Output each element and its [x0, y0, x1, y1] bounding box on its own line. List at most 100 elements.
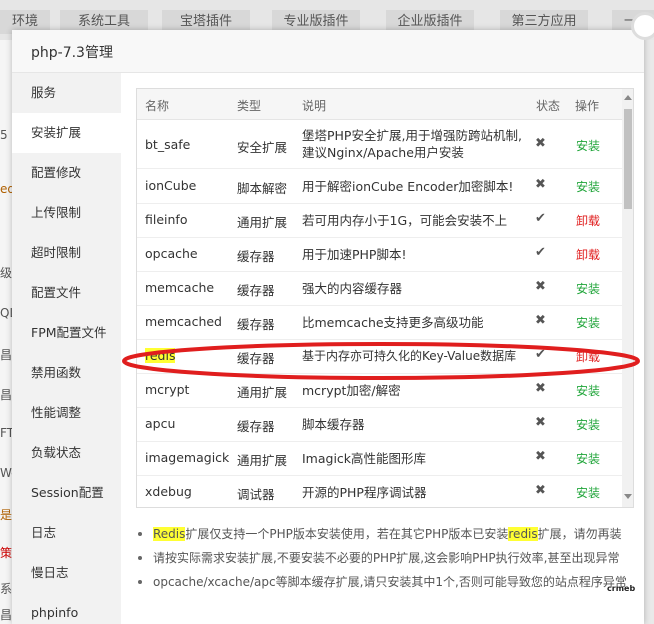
- header-type: 类型: [237, 99, 262, 113]
- install-button[interactable]: 安装: [576, 450, 600, 467]
- note-highlight: redis: [508, 527, 538, 541]
- ext-type: 通用扩展: [237, 385, 288, 400]
- ext-name: bt_safe: [145, 137, 191, 152]
- ext-desc: 强大的内容缓存器: [302, 281, 403, 296]
- ext-type: 缓存器: [237, 317, 275, 332]
- note-text: 扩展仅支持一个PHP版本安装使用，若在其它PHP版本已安装: [185, 527, 509, 541]
- sidebar-item-service[interactable]: 服务: [12, 73, 121, 113]
- sidebar-item-performance[interactable]: 性能调整: [12, 393, 121, 433]
- bg-fragment: 昌: [0, 608, 12, 622]
- uninstall-button[interactable]: 卸载: [576, 348, 600, 365]
- bg-fragment: 系: [0, 582, 12, 596]
- install-button[interactable]: 安装: [576, 484, 600, 501]
- header-name: 名称: [145, 99, 170, 113]
- scroll-down-arrow-icon[interactable]: [624, 494, 632, 499]
- sidebar-item-log[interactable]: 日志: [12, 513, 121, 553]
- bg-fragment: 昌: [0, 388, 12, 402]
- ext-desc: 开源的PHP程序调试器: [302, 485, 427, 500]
- header-op: 操作: [575, 99, 600, 113]
- status-not-installed-icon: ✖: [535, 449, 546, 464]
- status-not-installed-icon: ✖: [535, 381, 546, 396]
- bg-fragment: 昌: [0, 348, 12, 362]
- scroll-up-arrow-icon[interactable]: [624, 95, 632, 100]
- extensions-table: 名称 类型 说明 状态 操作 bt_safe 安全扩展 堡塔PHP安全扩展,用于…: [136, 88, 634, 508]
- bg-fragment: 策: [0, 546, 12, 560]
- ext-type: 安全扩展: [237, 140, 288, 155]
- ext-desc: mcrypt加密/解密: [302, 383, 401, 398]
- install-button[interactable]: 安装: [576, 178, 600, 195]
- table-row: mcrypt 通用扩展 mcrypt加密/解密 ✖ 安装: [137, 373, 622, 408]
- table-row: apcu 缓存器 脚本缓存器 ✖ 安装: [137, 407, 622, 442]
- bg-fragment: FT: [0, 426, 12, 440]
- note-highlight: Redis: [153, 527, 186, 541]
- ext-name: fileinfo: [145, 212, 188, 227]
- table-row-redis: redis 缓存器 基于内存亦可持久化的Key-Value数据库 ✔ 卸载: [137, 339, 622, 374]
- table-row: fileinfo 通用扩展 若可用内存小于1G，可能会安装不上 ✔ 卸载: [137, 203, 622, 238]
- sidebar-item-config-file[interactable]: 配置文件: [12, 273, 121, 313]
- install-button[interactable]: 安装: [576, 314, 600, 331]
- bg-fragment: ed: [0, 182, 12, 196]
- ext-type: 通用扩展: [237, 453, 288, 468]
- table-row: memcached 缓存器 比memcache支持更多高级功能 ✖ 安装: [137, 305, 622, 340]
- note-item: opcache/xcache/apc等脚本缓存扩展,请只安装其中1个,否则可能导…: [136, 570, 636, 594]
- status-not-installed-icon: ✖: [535, 279, 546, 294]
- ext-desc: 用于加速PHP脚本!: [302, 247, 407, 262]
- note-item: 请按实际需求安装扩展,不要安装不必要的PHP扩展,这会影响PHP执行效率,甚至出…: [136, 546, 636, 570]
- ext-type: 通用扩展: [237, 215, 288, 230]
- install-button[interactable]: 安装: [576, 416, 600, 433]
- sidebar-item-phpinfo[interactable]: phpinfo: [12, 593, 121, 624]
- table-row: imagemagick 通用扩展 Imagick高性能图形库 ✖ 安装: [137, 441, 622, 476]
- ext-desc: Imagick高性能图形库: [302, 451, 427, 466]
- header-status: 状态: [536, 99, 561, 113]
- note-text: 扩展，请勿再装: [537, 527, 622, 541]
- close-icon[interactable]: [631, 12, 654, 40]
- table-row: xdebug 调试器 开源的PHP程序调试器 ✖ 安装: [137, 475, 622, 507]
- ext-desc: 基于内存亦可持久化的Key-Value数据库: [302, 349, 517, 363]
- ext-name: mcrypt: [145, 382, 190, 397]
- install-button[interactable]: 安装: [576, 280, 600, 297]
- bg-fragment: We: [0, 466, 12, 480]
- sidebar-item-session-config[interactable]: Session配置: [12, 473, 121, 513]
- bg-fragment: 级: [0, 266, 12, 280]
- ext-name: memcached: [145, 314, 222, 329]
- status-not-installed-icon: ✖: [535, 313, 546, 328]
- sidebar-item-timeout-limit[interactable]: 超时限制: [12, 233, 121, 273]
- ext-type: 缓存器: [237, 283, 275, 298]
- bg-fragment: 是: [0, 508, 12, 522]
- sidebar-item-config-edit[interactable]: 配置修改: [12, 153, 121, 193]
- status-not-installed-icon: ✖: [535, 177, 546, 192]
- uninstall-button[interactable]: 卸载: [576, 212, 600, 229]
- ext-name: opcache: [145, 246, 198, 261]
- status-not-installed-icon: ✖: [535, 415, 546, 430]
- ext-name: imagemagick: [145, 450, 230, 465]
- ext-desc: 若可用内存小于1G，可能会安装不上: [302, 213, 508, 228]
- uninstall-button[interactable]: 卸载: [576, 246, 600, 263]
- install-button[interactable]: 安装: [576, 382, 600, 399]
- modal-title: php-7.3管理: [31, 45, 113, 61]
- ext-name: xdebug: [145, 484, 192, 499]
- sidebar-item-disabled-functions[interactable]: 禁用函数: [12, 353, 121, 393]
- modal-header: php-7.3管理: [12, 30, 644, 73]
- bg-fragment: QL: [0, 306, 12, 320]
- ext-name: redis: [145, 348, 176, 363]
- ext-desc: 脚本缓存器: [302, 417, 365, 432]
- sidebar-item-upload-limit[interactable]: 上传限制: [12, 193, 121, 233]
- ext-type: 缓存器: [237, 351, 275, 366]
- table-row: memcache 缓存器 强大的内容缓存器 ✖ 安装: [137, 271, 622, 306]
- table-scrollbar[interactable]: [622, 89, 633, 507]
- ext-type: 缓存器: [237, 249, 275, 264]
- ext-type: 脚本解密: [237, 181, 288, 196]
- sidebar-item-fpm-config[interactable]: FPM配置文件: [12, 313, 121, 353]
- install-button[interactable]: 安装: [576, 137, 600, 154]
- ext-name: memcache: [145, 280, 215, 295]
- sidebar-item-load-status[interactable]: 负载状态: [12, 433, 121, 473]
- ext-desc: 用于解密ionCube Encoder加密脚本!: [302, 179, 514, 194]
- ext-name: ionCube: [145, 178, 197, 193]
- scroll-thumb[interactable]: [624, 109, 632, 209]
- sidebar-item-slow-log[interactable]: 慢日志: [12, 553, 121, 593]
- ext-name: apcu: [145, 416, 176, 431]
- status-installed-icon: ✔: [535, 245, 546, 260]
- status-installed-icon: ✔: [535, 211, 546, 226]
- sidebar-item-install-extensions[interactable]: 安装扩展: [12, 113, 121, 153]
- notes-list: Redis扩展仅支持一个PHP版本安装使用，若在其它PHP版本已安装redis扩…: [136, 522, 636, 594]
